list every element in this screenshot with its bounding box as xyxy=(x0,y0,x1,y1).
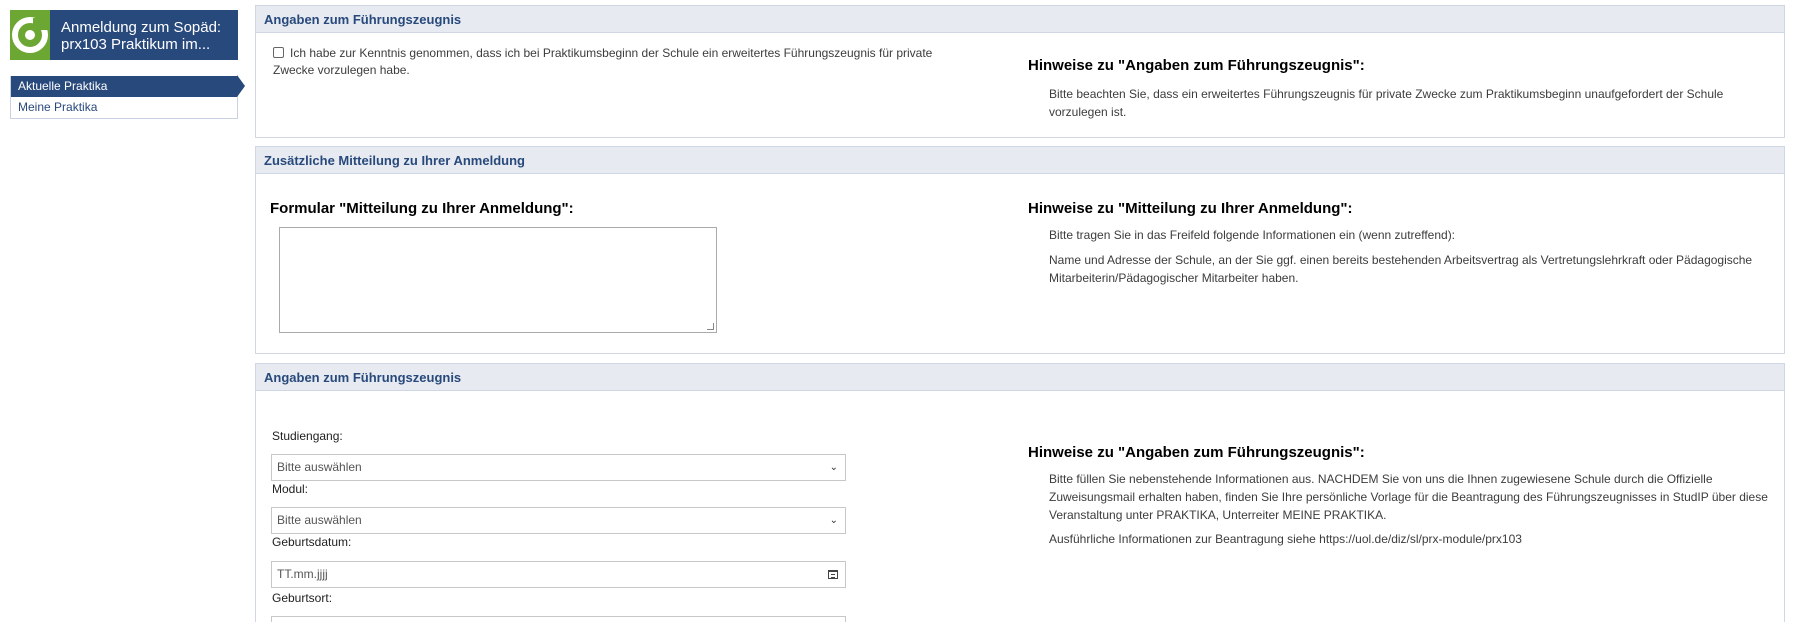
app-title: Anmeldung zum Sopäd: prx103 Praktikum im… xyxy=(61,18,222,53)
hint-title: Hinweise zu "Angaben zum Führungszeugnis… xyxy=(1028,444,1365,461)
hint-text-instructions: Bitte füllen Sie nebenstehende Informati… xyxy=(1049,472,1768,522)
confirmation-checkbox[interactable] xyxy=(273,47,284,58)
panel-fuehrungszeugnis-details: Angaben zum Führungszeugnis Studiengang:… xyxy=(255,363,1785,622)
modul-value: Bitte auswählen xyxy=(277,513,362,527)
sidebar-item-aktuelle-praktika[interactable]: Aktuelle Praktika xyxy=(11,75,245,97)
checkbox-label: Ich habe zur Kenntnis genommen, dass ich… xyxy=(273,46,933,77)
geburtsort-label: Geburtsort: xyxy=(272,591,333,605)
app-logo-icon xyxy=(10,10,50,60)
studiengang-value: Bitte auswählen xyxy=(277,460,362,474)
hint-text-link: Ausführliche Informationen zur Beantragu… xyxy=(1049,532,1522,546)
hint-text-intro: Bitte tragen Sie in das Freifeld folgend… xyxy=(1049,228,1456,242)
geburtsort-input[interactable] xyxy=(271,616,846,622)
hint-title: Hinweise zu "Mitteilung zu Ihrer Anmeldu… xyxy=(1028,200,1353,217)
hint-title: Hinweise zu "Angaben zum Führungszeugnis… xyxy=(1028,57,1365,74)
mitteilung-textarea[interactable] xyxy=(279,227,717,333)
modul-select[interactable]: Bitte auswählen ⌄ xyxy=(271,507,846,534)
hint-text-details: Name und Adresse der Schule, an der Sie … xyxy=(1049,253,1753,285)
chevron-down-icon: ⌄ xyxy=(829,462,838,473)
sidebar-item-meine-praktika[interactable]: Meine Praktika xyxy=(11,97,237,118)
panel-header: Zusätzliche Mitteilung zu Ihrer Anmeldun… xyxy=(256,147,1784,174)
geburtsdatum-label: Geburtsdatum: xyxy=(272,535,352,549)
panel-header: Angaben zum Führungszeugnis xyxy=(256,6,1784,33)
confirmation-checkbox-row: Ich habe zur Kenntnis genommen, dass ich… xyxy=(273,45,973,79)
calendar-icon[interactable] xyxy=(828,570,838,579)
geburtsdatum-input[interactable]: TT.mm.jjjj xyxy=(271,561,846,588)
modul-label: Modul: xyxy=(272,482,309,496)
geburtsdatum-placeholder: TT.mm.jjjj xyxy=(277,567,328,581)
sidebar-nav: Aktuelle Praktika Meine Praktika xyxy=(10,75,245,119)
app-brand[interactable]: Anmeldung zum Sopäd: prx103 Praktikum im… xyxy=(10,10,238,60)
panel-fuehrungszeugnis-confirmation: Angaben zum Führungszeugnis Ich habe zur… xyxy=(255,5,1785,138)
resize-grip-icon[interactable] xyxy=(707,323,714,330)
chevron-down-icon: ⌄ xyxy=(829,515,838,526)
studiengang-label: Studiengang: xyxy=(272,429,343,443)
form-title: Formular "Mitteilung zu Ihrer Anmeldung"… xyxy=(270,200,574,217)
panel-mitteilung: Zusätzliche Mitteilung zu Ihrer Anmeldun… xyxy=(255,146,1785,354)
studiengang-select[interactable]: Bitte auswählen ⌄ xyxy=(271,454,846,481)
panel-header: Angaben zum Führungszeugnis xyxy=(256,364,1784,391)
hint-text: Bitte beachten Sie, dass ein erweitertes… xyxy=(1049,87,1724,119)
